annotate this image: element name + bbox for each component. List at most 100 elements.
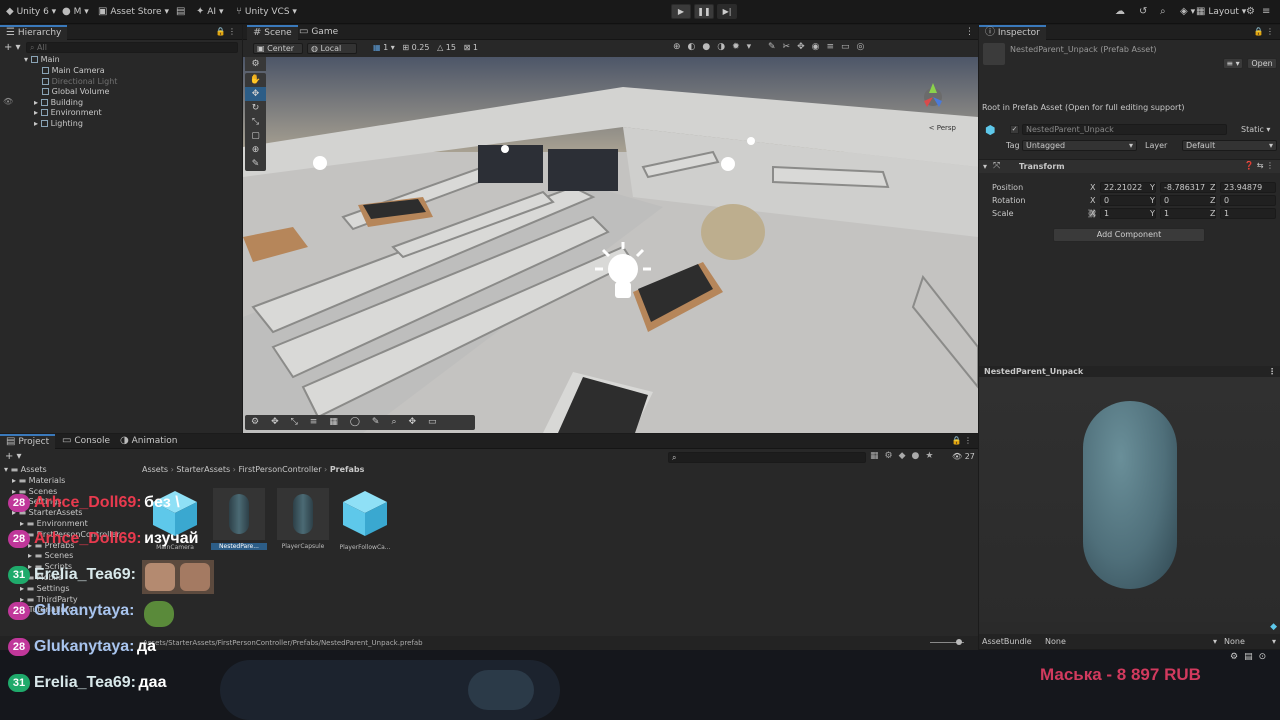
add-component-button[interactable]: Add Component: [1053, 228, 1205, 242]
tab-game[interactable]: ▭ Game: [293, 25, 344, 40]
more-menu-button[interactable]: ≡: [1262, 5, 1270, 19]
rotation-y-field[interactable]: 0: [1160, 195, 1216, 206]
transform-header[interactable]: ▾ ⤧ Transform ❓ ⇆ ⋮: [979, 159, 1280, 173]
project-search-input[interactable]: ⌕: [668, 452, 866, 463]
rotate-tool-icon[interactable]: ↻: [245, 101, 266, 115]
hierarchy-item[interactable]: Global Volume: [34, 86, 109, 97]
breadcrumb-item[interactable]: FirstPersonController: [238, 465, 321, 474]
folder-icon: ▬: [26, 519, 37, 528]
rotation-x-field[interactable]: 0: [1100, 195, 1156, 206]
assetbundle-dropdown[interactable]: None ▾: [1045, 636, 1217, 647]
scale-x-field[interactable]: 1: [1100, 208, 1156, 219]
tab-inspector[interactable]: ⓘ Inspector: [979, 25, 1046, 40]
tab-project[interactable]: ▤ Project: [0, 434, 56, 449]
static-toggle[interactable]: Static ▾: [1241, 124, 1270, 135]
position-y-field[interactable]: -8.786317: [1160, 182, 1216, 193]
tab-scene[interactable]: # Scene: [247, 25, 298, 40]
layers-button[interactable]: ◈ ▾: [1180, 5, 1195, 19]
statusbar-icons[interactable]: ⚙▤⊙: [1230, 652, 1272, 662]
view-tool-icon[interactable]: ✋: [245, 73, 266, 87]
layer-dropdown[interactable]: Default ▾: [1182, 140, 1277, 151]
tag-dropdown[interactable]: Untagged ▾: [1022, 140, 1137, 151]
hierarchy-item[interactable]: Directional Light: [34, 76, 117, 87]
zoom-slider-handle[interactable]: [956, 639, 962, 645]
breadcrumb-item[interactable]: Assets: [142, 465, 168, 474]
space-dropdown[interactable]: ◍ Local: [307, 43, 357, 54]
active-checkbox[interactable]: ✓: [1010, 125, 1019, 134]
preview-viewport[interactable]: [979, 377, 1280, 622]
folder-tree-item[interactable]: ▸ ▬ Scenes: [28, 550, 73, 561]
folder-icon: ▬: [34, 551, 45, 561]
chat-username: Glukanytaya:: [34, 638, 135, 655]
hierarchy-item[interactable]: ▸ Environment: [34, 107, 102, 118]
position-x-field[interactable]: 22.21022: [1100, 182, 1156, 193]
add-object-button[interactable]: + ▾: [4, 42, 21, 53]
persp-label[interactable]: < Persp: [929, 124, 956, 132]
inspector-menu-icon[interactable]: 🔒 ⋮: [1253, 27, 1274, 36]
transform-tool-icon[interactable]: ⊕: [245, 143, 266, 157]
variant-dropdown[interactable]: None ▾: [1224, 636, 1276, 647]
scale-z-field[interactable]: 1: [1220, 208, 1276, 219]
gameobject-icon: [40, 98, 48, 106]
scene-viewport[interactable]: < Persp ✋ ✥ ↻ ⤡ ▢ ⊕ ✎ ⚙ ⚙✥⤡≡▦◯✎⌕✥▭: [243, 57, 978, 433]
pivot-dropdown[interactable]: ▣ Center: [253, 43, 303, 54]
grid-snap-controls[interactable]: ▦ 1 ▾ ⊞ 0.25 △ 15 ⊠ 1: [373, 43, 478, 52]
hidden-count[interactable]: 👁 27: [952, 452, 975, 461]
account-button[interactable]: ● M ▾: [62, 5, 89, 19]
asset-store-button[interactable]: ▣ Asset Store ▾: [98, 5, 169, 19]
tab-animation[interactable]: ◑ Animation: [114, 434, 184, 449]
position-z-field[interactable]: 23.94879: [1220, 182, 1276, 193]
package-menu-button[interactable]: ▤: [176, 5, 185, 19]
scene-toolbar: ▣ Center ◍ Local ▦ 1 ▾ ⊞ 0.25 △ 15 ⊠ 1 ⊕…: [243, 40, 978, 57]
cloud-button[interactable]: ☁: [1115, 5, 1125, 19]
asset-tile[interactable]: PlayerFollowCa...: [337, 488, 393, 551]
pause-button[interactable]: ❚❚: [694, 4, 714, 19]
view-options-icons[interactable]: ⊕◐●◑✹▾ ✎✂✥◉≡▭◎: [673, 42, 871, 52]
search-button[interactable]: ⌕: [1160, 5, 1166, 19]
asset-options-button[interactable]: ≡ ▾: [1223, 58, 1243, 69]
scene-menu-icon[interactable]: ⋮: [965, 27, 974, 37]
tab-console[interactable]: ▭ Console: [56, 434, 116, 449]
filter-icons[interactable]: ▦⚙◆●★: [870, 451, 939, 461]
panel-menu-icon[interactable]: 🔒 ⋮: [215, 27, 236, 36]
history-icon: ↺: [1139, 6, 1148, 17]
folder-tree-item[interactable]: ▸ ▬ Materials: [12, 475, 65, 486]
folder-tree-item[interactable]: ▾ ▬ Assets: [4, 464, 47, 475]
scale-y-field[interactable]: 1: [1160, 208, 1216, 219]
open-button[interactable]: Open: [1247, 58, 1277, 69]
visibility-icon[interactable]: 👁: [3, 97, 13, 106]
ai-button[interactable]: ✦ AI ▾: [196, 5, 223, 19]
breadcrumb: Assets › StarterAssets › FirstPersonCont…: [142, 465, 364, 474]
step-button[interactable]: ▶|: [717, 4, 737, 19]
hierarchy-search-input[interactable]: ⌕ All: [26, 42, 238, 53]
breadcrumb-item[interactable]: StarterAssets: [176, 465, 230, 474]
hierarchy-item[interactable]: ▸ Building: [34, 97, 83, 108]
create-asset-button[interactable]: + ▾: [5, 451, 22, 462]
preview-menu-icon[interactable]: ⋮: [1268, 366, 1276, 377]
tool-settings-icon[interactable]: ⚙: [245, 57, 266, 71]
hierarchy-item[interactable]: ▸ Lighting: [34, 118, 83, 129]
rotation-z-field[interactable]: 0: [1220, 195, 1276, 206]
folder-tree-item[interactable]: ▸ ▬ Environment: [20, 518, 88, 529]
play-button[interactable]: ▶: [671, 4, 691, 19]
asset-tile[interactable]: PlayerCapsule: [275, 488, 331, 550]
custom-tool-icon[interactable]: ✎: [245, 157, 266, 171]
gameobject-icon: [41, 67, 49, 74]
overlay-toolbar[interactable]: ⚙✥⤡≡▦◯✎⌕✥▭: [245, 415, 475, 430]
object-name-field[interactable]: NestedParent_Unpack: [1022, 124, 1227, 135]
history-button[interactable]: ↺: [1139, 5, 1147, 19]
move-tool-icon[interactable]: ✥: [245, 87, 266, 101]
tab-hierarchy[interactable]: ☰ Hierarchy: [0, 25, 68, 40]
component-menu-icon[interactable]: ❓ ⇆ ⋮: [1244, 161, 1274, 170]
unity-menu-button[interactable]: ◆ Unity 6 ▾: [6, 5, 56, 19]
rect-tool-icon[interactable]: ▢: [245, 129, 266, 143]
layout-dropdown[interactable]: ▦ Layout ▾: [1196, 5, 1246, 19]
project-menu-icon[interactable]: 🔒 ⋮: [951, 436, 972, 445]
scene-root-row[interactable]: ▾ Main: [24, 54, 60, 65]
asset-tile[interactable]: NestedPare...: [211, 488, 267, 550]
scale-tool-icon[interactable]: ⤡: [245, 115, 266, 129]
vcs-button[interactable]: ⑂ Unity VCS ▾: [236, 5, 297, 19]
breadcrumb-item[interactable]: Prefabs: [330, 465, 365, 474]
settings-button[interactable]: ⚙: [1246, 5, 1255, 19]
hierarchy-item[interactable]: Main Camera: [34, 65, 105, 76]
